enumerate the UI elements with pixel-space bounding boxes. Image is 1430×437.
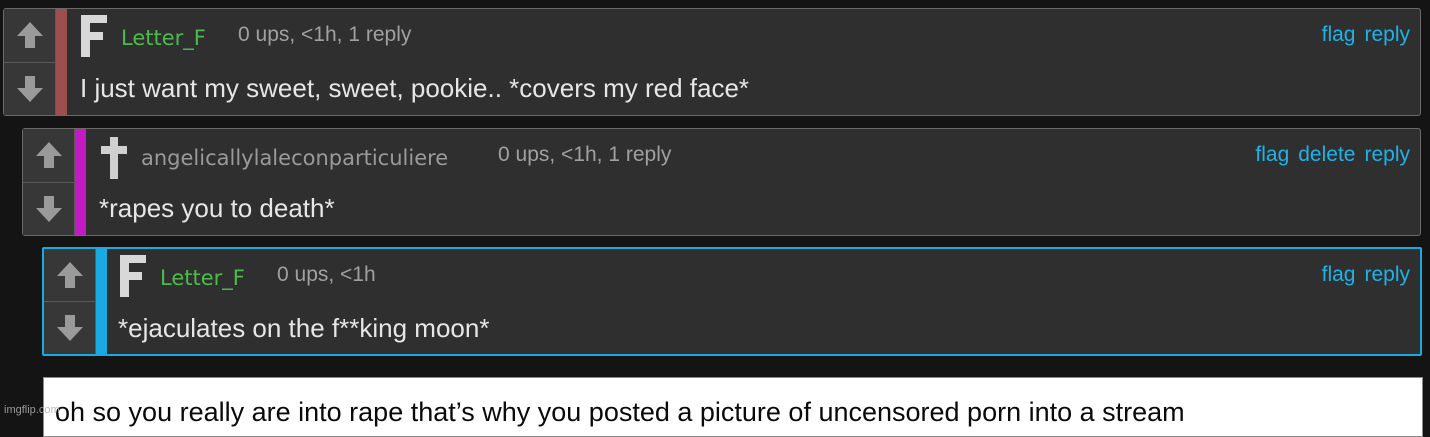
- upvote-button[interactable]: [4, 9, 56, 63]
- thread-depth-strip: [96, 249, 107, 354]
- avatar-cross[interactable]: [99, 136, 129, 180]
- letter-f-avatar-icon: [120, 255, 146, 297]
- comment-3: Letter_F 0 ups, <1h flag reply *ejaculat…: [42, 247, 1422, 356]
- down-arrow-icon: [16, 75, 43, 102]
- flag-link[interactable]: flag: [1322, 263, 1356, 287]
- username[interactable]: Letter_F: [121, 26, 206, 50]
- down-arrow-icon: [35, 195, 62, 222]
- comment-actions: flag reply: [1322, 263, 1410, 287]
- comment-meta: 0 ups, <1h, 1 reply: [498, 143, 672, 166]
- flag-link[interactable]: flag: [1255, 143, 1289, 167]
- downvote-button[interactable]: [44, 302, 96, 354]
- delete-link[interactable]: delete: [1298, 143, 1355, 167]
- avatar-letter-f[interactable]: [79, 14, 109, 58]
- upvote-button[interactable]: [44, 249, 96, 302]
- comment-actions: flag reply: [1322, 23, 1410, 47]
- comment-2: angelicallylaleconparticuliere 0 ups, <1…: [22, 128, 1421, 236]
- up-arrow-icon: [35, 142, 62, 169]
- comment-actions: flag delete reply: [1255, 143, 1410, 167]
- avatar-letter-f[interactable]: [118, 254, 148, 298]
- username[interactable]: Letter_F: [160, 266, 245, 290]
- vote-column: [44, 249, 96, 354]
- vote-column: [4, 9, 56, 115]
- comment-text: *ejaculates on the f**king moon*: [118, 313, 490, 343]
- up-arrow-icon: [16, 22, 43, 49]
- vote-column: [23, 129, 75, 235]
- comment-text: I just want my sweet, sweet, pookie.. *c…: [80, 73, 750, 103]
- comment-meta: 0 ups, <1h: [277, 263, 376, 286]
- down-arrow-icon: [56, 315, 83, 341]
- downvote-button[interactable]: [23, 182, 75, 235]
- thread-depth-strip: [56, 9, 67, 115]
- downvote-button[interactable]: [4, 62, 56, 115]
- up-arrow-icon: [56, 262, 83, 288]
- upvote-button[interactable]: [23, 129, 75, 183]
- flag-link[interactable]: flag: [1322, 23, 1356, 47]
- username[interactable]: angelicallylaleconparticuliere: [141, 146, 448, 170]
- reply-textarea[interactable]: oh so you really are into rape that’s wh…: [43, 377, 1423, 437]
- thread-depth-strip: [75, 129, 86, 235]
- letter-f-avatar-icon: [81, 15, 107, 57]
- comment-1: Letter_F 0 ups, <1h, 1 reply flag reply …: [3, 8, 1421, 116]
- comment-meta: 0 ups, <1h, 1 reply: [238, 23, 412, 46]
- reply-text: oh so you really are into rape that’s wh…: [55, 397, 1185, 427]
- cross-avatar-icon: [101, 137, 127, 179]
- reply-link[interactable]: reply: [1364, 263, 1410, 287]
- reply-link[interactable]: reply: [1364, 23, 1410, 47]
- comment-text: *rapes you to death*: [99, 193, 335, 223]
- reply-link[interactable]: reply: [1364, 143, 1410, 167]
- imgflip-watermark: imgflip.com: [4, 404, 60, 416]
